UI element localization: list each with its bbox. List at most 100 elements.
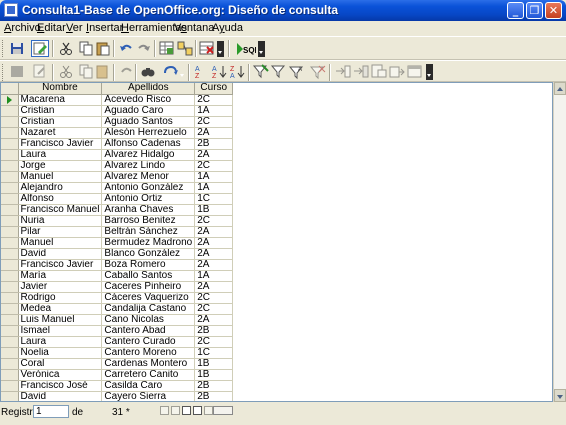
row-selector[interactable] (1, 149, 19, 161)
cell-apellidos[interactable]: Alesón Herrezuelo (101, 127, 196, 139)
copy-icon[interactable] (77, 40, 95, 57)
data-source-browser-icon[interactable] (406, 63, 424, 80)
table-row[interactable]: Pilar Beltrán Sánchez 2A (1, 226, 234, 238)
autofilter-icon[interactable] (252, 63, 270, 80)
row-selector[interactable] (1, 182, 19, 194)
cut-icon[interactable] (57, 40, 75, 57)
cell-apellidos[interactable]: Cantero Curado (101, 336, 196, 348)
row-selector-header[interactable] (1, 83, 19, 95)
cell-apellidos[interactable]: Cano Nicolas (101, 314, 196, 326)
paste-data-icon[interactable] (94, 63, 112, 80)
cell-nombre[interactable]: Macarena (18, 94, 103, 106)
cell-curso[interactable]: 2A (194, 281, 234, 293)
refresh-dropdown[interactable] (179, 64, 186, 80)
record-number-input[interactable]: 1 (33, 405, 69, 418)
cell-apellidos[interactable]: Aranha Chaves (101, 204, 196, 216)
row-selector[interactable] (1, 259, 19, 271)
table-row[interactable]: Medea Candalija Castano 2C (1, 303, 234, 315)
undo-data-icon[interactable] (117, 63, 135, 80)
table-row[interactable]: Francisco José Casilda Caro 2B (1, 380, 234, 392)
column-header-nombre[interactable]: Nombre (18, 83, 103, 95)
cell-apellidos[interactable]: Barroso Benitez (101, 215, 196, 227)
cell-apellidos[interactable]: Casilda Caro (101, 380, 196, 392)
data-source-report-icon[interactable] (388, 63, 406, 80)
table-row[interactable]: Alfonso Antonio Ortiz 1C (1, 193, 234, 205)
cell-nombre[interactable]: Manuel (18, 171, 103, 183)
edit-data-icon[interactable] (31, 63, 49, 80)
row-selector[interactable] (1, 347, 19, 359)
cell-curso[interactable]: 2C (194, 160, 234, 172)
table-row[interactable]: María Caballo Santos 1A (1, 270, 234, 282)
menu-editar[interactable]: Editar (37, 22, 66, 34)
table-row[interactable]: Nazaret Alesón Herrezuelo 2A (1, 127, 234, 139)
cell-apellidos[interactable]: Cáceres Vaquerizo (101, 292, 196, 304)
cell-nombre[interactable]: David (18, 248, 103, 260)
undo-icon[interactable] (117, 40, 135, 57)
table-row[interactable]: Manuel Bermudez Madrono 2A (1, 237, 234, 249)
cell-curso[interactable]: 2B (194, 391, 234, 401)
cell-apellidos[interactable]: Antonio Ortiz (101, 193, 196, 205)
cell-nombre[interactable]: Coral (18, 358, 103, 370)
table-row[interactable]: Francisco Javier Alfonso Cadenas 2B (1, 138, 234, 150)
cell-curso[interactable]: 2C (194, 94, 234, 106)
row-selector[interactable] (1, 303, 19, 315)
scroll-up-icon[interactable] (554, 82, 566, 95)
cell-apellidos[interactable]: Carretero Canito (101, 369, 196, 381)
row-selector[interactable] (1, 292, 19, 304)
table-row[interactable]: Nuria Barroso Benitez 2C (1, 215, 234, 227)
cell-curso[interactable]: 1A (194, 171, 234, 183)
maximize-button[interactable]: ❐ (526, 2, 543, 19)
cell-apellidos[interactable]: Álvarez Lindo (101, 160, 196, 172)
cell-apellidos[interactable]: Cantero Abad (101, 325, 196, 337)
cell-nombre[interactable]: María (18, 270, 103, 282)
cell-apellidos[interactable]: Bermudez Madrono (101, 237, 196, 249)
apply-filter-icon[interactable] (270, 63, 288, 80)
cell-apellidos[interactable]: Álvarez Menor (101, 171, 196, 183)
row-selector[interactable] (1, 336, 19, 348)
previous-record-icon[interactable] (171, 406, 180, 415)
horizontal-scrollbar[interactable] (213, 406, 233, 415)
cell-nombre[interactable]: Francisco Javier (18, 138, 103, 150)
table-row[interactable]: Noelia Cantero Moreno 1C (1, 347, 234, 359)
cell-nombre[interactable]: Rodrigo (18, 292, 103, 304)
toolbar-dropdown[interactable] (217, 41, 224, 57)
table-row[interactable]: David Cayero Sierra 2B (1, 391, 234, 401)
menu-archivo[interactable]: Archivo (4, 22, 41, 34)
cell-curso[interactable]: 2A (194, 226, 234, 238)
cell-nombre[interactable]: Alejandro (18, 182, 103, 194)
cell-curso[interactable]: 1B (194, 358, 234, 370)
row-selector[interactable] (1, 127, 19, 139)
sort-descending-icon[interactable]: ZA (229, 63, 247, 80)
menu-insertar[interactable]: Insertar (86, 22, 123, 34)
cell-apellidos[interactable]: Beltrán Sánchez (101, 226, 196, 238)
cell-apellidos[interactable]: Cantero Moreno (101, 347, 196, 359)
vertical-scrollbar[interactable] (553, 82, 566, 402)
row-selector[interactable] (1, 138, 19, 150)
table-row[interactable]: Coral Cardenas Montero 1B (1, 358, 234, 370)
cell-curso[interactable]: 2C (194, 303, 234, 315)
data-to-text-icon[interactable] (334, 63, 352, 80)
cell-nombre[interactable]: Medea (18, 303, 103, 315)
table-row[interactable]: Luis Manuel Cano Nicolas 2A (1, 314, 234, 326)
menu-ventana[interactable]: Ventana (174, 22, 214, 34)
toolbar-options-dropdown[interactable] (258, 41, 265, 57)
save-icon[interactable] (8, 40, 26, 57)
cell-apellidos[interactable]: Caballo Santos (101, 270, 196, 282)
redo-icon[interactable] (135, 40, 153, 57)
cell-curso[interactable]: 2A (194, 248, 234, 260)
cell-curso[interactable]: 2A (194, 314, 234, 326)
cell-curso[interactable]: 2B (194, 138, 234, 150)
cell-apellidos[interactable]: Álvarez Hidalgo (101, 149, 196, 161)
row-selector[interactable] (1, 358, 19, 370)
save-record-icon[interactable] (8, 63, 26, 80)
refresh-icon[interactable] (161, 63, 179, 80)
delete-table-icon[interactable] (198, 40, 216, 57)
cell-nombre[interactable]: Javier (18, 281, 103, 293)
menu-ayuda[interactable]: Ayuda (212, 22, 243, 34)
run-sql-icon[interactable]: SQL (234, 40, 260, 57)
row-selector[interactable] (1, 105, 19, 117)
cell-curso[interactable]: 1A (194, 182, 234, 194)
row-selector[interactable] (1, 270, 19, 282)
row-selector[interactable] (1, 237, 19, 249)
table-row[interactable]: Rodrigo Cáceres Vaquerizo 2C (1, 292, 234, 304)
